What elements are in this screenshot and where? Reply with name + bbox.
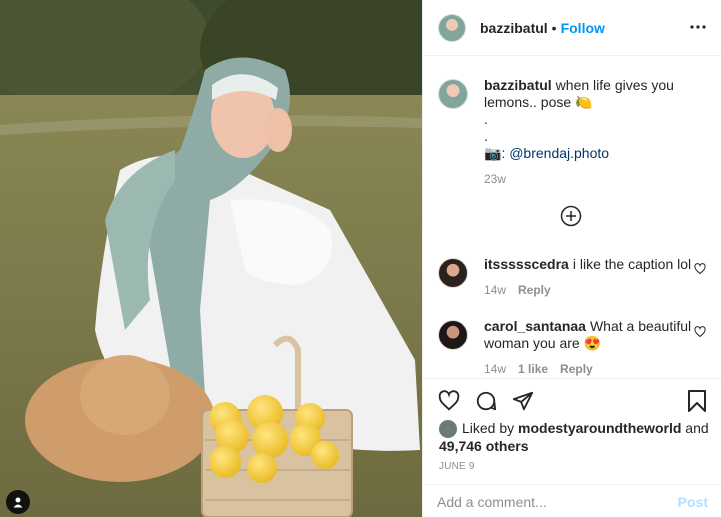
comment-likes[interactable]: 1 like [518,361,548,377]
comment-body: carol_santanaa What a beautiful woman you… [484,318,694,377]
comment-meta: 14w 1 like Reply [484,361,694,377]
post-side-panel: bazzibatul • Follow bazzibatul when life … [422,0,721,517]
commenter-avatar[interactable] [438,320,468,350]
lemon-emoji: 🍋 [575,94,593,110]
mention-prefix: : [501,145,506,161]
photographer-mention-link[interactable]: @brendaj.photo [509,145,609,161]
comment-item: itssssscedra i like the caption lol 14w R… [438,256,708,299]
post-photo[interactable] [0,0,422,517]
comment-username[interactable]: itssssscedra [484,256,569,272]
add-comment-bar: Post [423,484,721,517]
comment-body: itssssscedra i like the caption lol 14w R… [484,256,694,299]
likes-others-count[interactable]: 49,746 others [439,438,529,454]
likes-prefix: Liked by [462,420,515,436]
comment-heart-icon[interactable] [694,262,708,276]
tagged-user-icon[interactable] [6,490,30,514]
caption-age[interactable]: 23w [484,171,506,188]
bookmark-icon[interactable] [686,389,710,413]
caption-dot: . [484,128,488,144]
author-username[interactable]: bazzibatul [480,20,548,36]
comment-age: 14w [484,362,507,376]
caption-body: bazzibatul when life gives you lemons.. p… [484,77,694,188]
separator-dot: • [551,19,557,36]
likes-conjunction: and [685,420,709,436]
paper-plane-icon[interactable] [511,389,535,413]
heart-eyes-emoji: 😍 [583,335,602,351]
comment-input[interactable] [437,493,678,510]
reply-button[interactable]: Reply [518,282,551,299]
comment-heart-icon[interactable] [694,325,708,339]
post-actions: Liked by modestyaroundtheworld and 49,74… [423,378,721,517]
post-header: bazzibatul • Follow [423,0,721,56]
heart-icon[interactable] [437,389,461,413]
person-icon [13,497,23,508]
caption-avatar[interactable] [438,79,468,109]
comment-icon[interactable] [474,389,498,413]
caption-dot: . [484,111,488,127]
instagram-post: bazzibatul • Follow bazzibatul when life … [0,0,721,517]
likes-summary: Liked by modestyaroundtheworld and 49,74… [439,420,709,455]
plus-circle-icon[interactable] [560,205,582,227]
more-horizontal-icon[interactable] [688,17,708,37]
caption-username[interactable]: bazzibatul [484,77,552,93]
caption-meta: 23w [484,171,694,188]
comments-section[interactable]: bazzibatul when life gives you lemons.. p… [423,57,721,377]
comment-text: i like the caption lol [572,256,692,272]
caption: bazzibatul when life gives you lemons.. p… [438,77,708,188]
reply-button[interactable]: Reply [560,361,593,377]
post-date[interactable]: JUNE 9 [439,461,475,472]
follow-button[interactable]: Follow [561,20,605,36]
author-avatar[interactable] [438,13,466,42]
liker-avatar[interactable] [439,420,457,439]
post-comment-button[interactable]: Post [678,494,708,510]
comment-username[interactable]: carol_santanaa [484,318,586,334]
comment-age: 14w [484,283,507,297]
comment-item: carol_santanaa What a beautiful woman you… [438,318,708,377]
commenter-avatar[interactable] [438,258,468,288]
comment-meta: 14w Reply [484,282,694,299]
action-icons [437,389,535,413]
liker-username[interactable]: modestyaroundtheworld [518,420,681,436]
photo-illustration [0,0,422,517]
camera-emoji: 📷 [484,145,502,161]
